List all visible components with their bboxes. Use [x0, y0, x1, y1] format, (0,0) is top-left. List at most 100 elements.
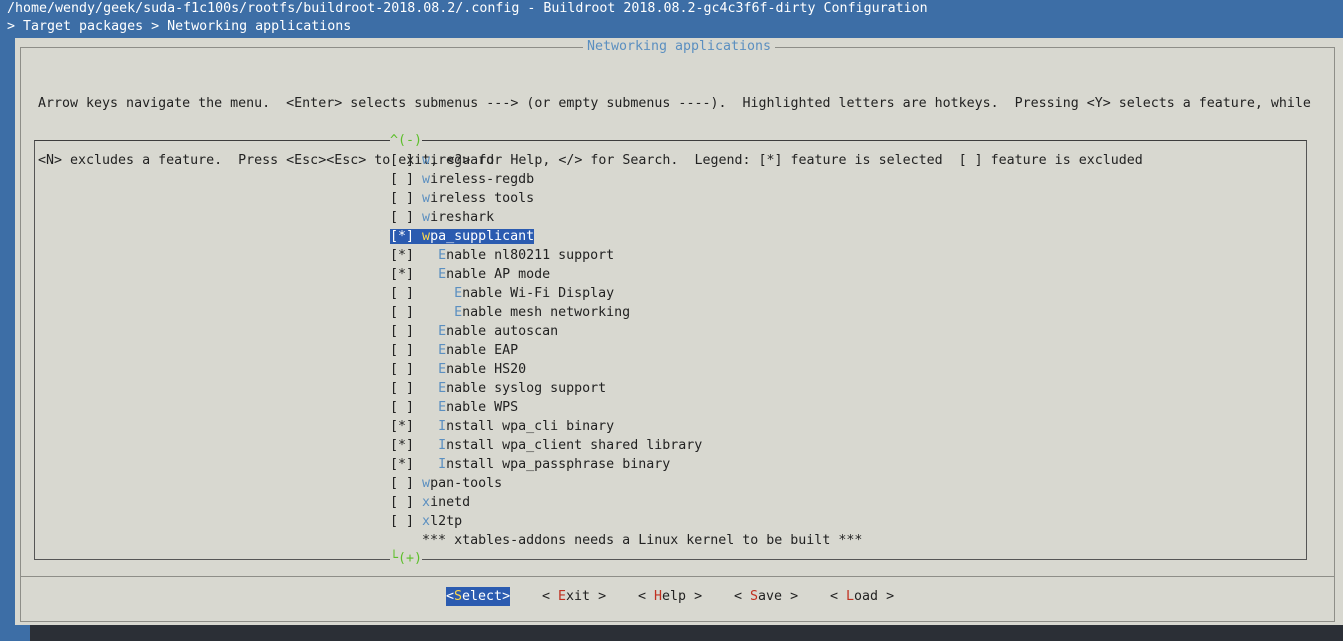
scroll-up-indicator[interactable]: ^(-) — [390, 131, 423, 150]
menu-item-body: [*] wpa_supplicant — [390, 229, 535, 244]
menu-item-label: ireguard — [430, 153, 495, 168]
menu-item-label: ireless-regdb — [430, 172, 535, 187]
menu-item[interactable]: [ ] wpan-tools — [390, 474, 862, 493]
menu-item[interactable]: [ ] Enable WPS — [390, 398, 862, 417]
menu-item-hotkey: I — [438, 438, 447, 453]
menu-item-body: [*] Install wpa_passphrase binary — [390, 457, 670, 472]
button-exit[interactable]: < Exit > — [542, 587, 606, 606]
menu-item[interactable]: [ ] wireless tools — [390, 189, 862, 208]
menu-item[interactable]: [ ] xinetd — [390, 493, 862, 512]
menu-item-checkbox: [*] — [390, 438, 415, 453]
button-bracket-right: > — [782, 589, 799, 604]
menu-item-body: [ ] Enable mesh networking — [390, 305, 630, 320]
button-bracket-left: < — [830, 589, 847, 604]
menu-item-indent — [414, 514, 422, 529]
menu-item-checkbox: [ ] — [390, 362, 415, 377]
menu-item-label: ireless tools — [430, 191, 535, 206]
scroll-down-indicator[interactable]: └(+) — [390, 549, 423, 568]
menu-item-hotkey: E — [438, 324, 447, 339]
config-dialog: Networking applications Arrow keys navig… — [15, 38, 1343, 625]
menu-item-hotkey: w — [422, 191, 431, 206]
menu-item-label: nable HS20 — [446, 362, 527, 377]
menu-item[interactable]: [ ] wireshark — [390, 208, 862, 227]
button-label: ave — [758, 589, 783, 604]
button-hotkey: H — [654, 589, 663, 604]
menu-item-hotkey: E — [438, 343, 447, 358]
menu-item-checkbox: [ ] — [390, 381, 415, 396]
menu-item-hotkey: E — [454, 286, 463, 301]
menu-item[interactable]: [*] Enable AP mode — [390, 265, 862, 284]
menu-item-checkbox: [ ] — [390, 400, 415, 415]
menu-item[interactable]: [*] Install wpa_client shared library — [390, 436, 862, 455]
menu-item-label: ireshark — [430, 210, 495, 225]
menu-item[interactable]: [ ] Enable HS20 — [390, 360, 862, 379]
menu-item[interactable]: [ ] xl2tp — [390, 512, 862, 531]
menu-item-indent — [414, 457, 438, 472]
menu-item-indent — [414, 229, 422, 244]
menu-item-label: nstall wpa_client shared library — [446, 438, 703, 453]
menu-item-checkbox: [ ] — [390, 495, 415, 510]
menu-item[interactable]: [ ] wireguard — [390, 151, 862, 170]
menu-item-body: [*] Enable nl80211 support — [390, 248, 614, 263]
menu-item-body: [ ] Enable Wi-Fi Display — [390, 286, 614, 301]
menu-item-checkbox: [ ] — [390, 286, 415, 301]
menu-item-hotkey: x — [422, 495, 431, 510]
menu-item-body: [ ] wpan-tools — [390, 476, 502, 491]
menu-item-body: [ ] wireless tools — [390, 191, 534, 206]
menu-item[interactable]: [ ] Enable autoscan — [390, 322, 862, 341]
menu-item-indent — [414, 495, 422, 510]
menu-item-body: [*] Enable AP mode — [390, 267, 550, 282]
menu-item-body: [*] Install wpa_client shared library — [390, 438, 702, 453]
window-title: /home/wendy/geek/suda-f1c100s/rootfs/bui… — [7, 1, 928, 16]
menu-item[interactable]: [*] Install wpa_passphrase binary — [390, 455, 862, 474]
menu-item-label: nable mesh networking — [462, 305, 631, 320]
button-bracket-right: > — [590, 589, 607, 604]
title-bar: /home/wendy/geek/suda-f1c100s/rootfs/bui… — [0, 0, 1343, 38]
menu-item-checkbox: [ ] — [390, 343, 415, 358]
menu-item-hotkey: E — [438, 381, 447, 396]
button-bracket-left: < — [542, 589, 559, 604]
button-help[interactable]: < Help > — [638, 587, 702, 606]
menu-item-hotkey: w — [422, 476, 431, 491]
menu-item-label: pan-tools — [430, 476, 503, 491]
button-load[interactable]: < Load > — [830, 587, 894, 606]
button-label: xit — [566, 589, 591, 604]
help-line-1: Arrow keys navigate the menu. <Enter> se… — [38, 96, 1311, 111]
menu-item[interactable]: *** xtables-addons needs a Linux kernel … — [390, 531, 862, 550]
menu-item[interactable]: [ ] Enable EAP — [390, 341, 862, 360]
menu-item-label: nable AP mode — [446, 267, 551, 282]
menu-item[interactable]: [*] wpa_supplicant — [390, 227, 862, 246]
menu-item[interactable]: [ ] Enable mesh networking — [390, 303, 862, 322]
menu-item-label: nable syslog support — [446, 381, 607, 396]
menu-item-checkbox: [*] — [390, 248, 415, 263]
menu-item-indent — [414, 533, 422, 548]
menu-item-checkbox: [ ] — [390, 305, 415, 320]
button-label: elect — [462, 589, 503, 604]
menu-item-indent — [414, 343, 438, 358]
button-save[interactable]: < Save > — [734, 587, 798, 606]
button-select[interactable]: <Select> — [446, 587, 511, 606]
button-label: elp — [662, 589, 687, 604]
menu-item[interactable]: [ ] wireless-regdb — [390, 170, 862, 189]
menu-item-body: [ ] wireguard — [390, 153, 494, 168]
menu-item-indent — [414, 267, 438, 282]
menu-item-indent — [414, 381, 438, 396]
menu-item-checkbox: [ ] — [390, 514, 415, 529]
menu-item-hotkey: E — [438, 267, 447, 282]
menu-item-checkbox — [390, 533, 414, 548]
menu-item[interactable]: [ ] Enable syslog support — [390, 379, 862, 398]
menu-item-body: [ ] Enable HS20 — [390, 362, 526, 377]
menu-item-indent — [414, 400, 438, 415]
menu-item-body: *** xtables-addons needs a Linux kernel … — [390, 533, 862, 548]
menu-item-indent — [414, 172, 422, 187]
menu-item-body: [ ] Enable syslog support — [390, 381, 606, 396]
menu-item[interactable]: [*] Install wpa_cli binary — [390, 417, 862, 436]
menu-item[interactable]: [*] Enable nl80211 support — [390, 246, 862, 265]
menu-item-checkbox: [*] — [390, 267, 415, 282]
dialog-title: Networking applications — [582, 39, 776, 54]
menu-list[interactable]: [ ] wireguard[ ] wireless-regdb[ ] wirel… — [390, 151, 862, 550]
menu-item-hotkey: w — [422, 229, 431, 244]
button-bracket-left: < — [446, 589, 455, 604]
menu-item[interactable]: [ ] Enable Wi-Fi Display — [390, 284, 862, 303]
menu-item-checkbox: [ ] — [390, 172, 415, 187]
